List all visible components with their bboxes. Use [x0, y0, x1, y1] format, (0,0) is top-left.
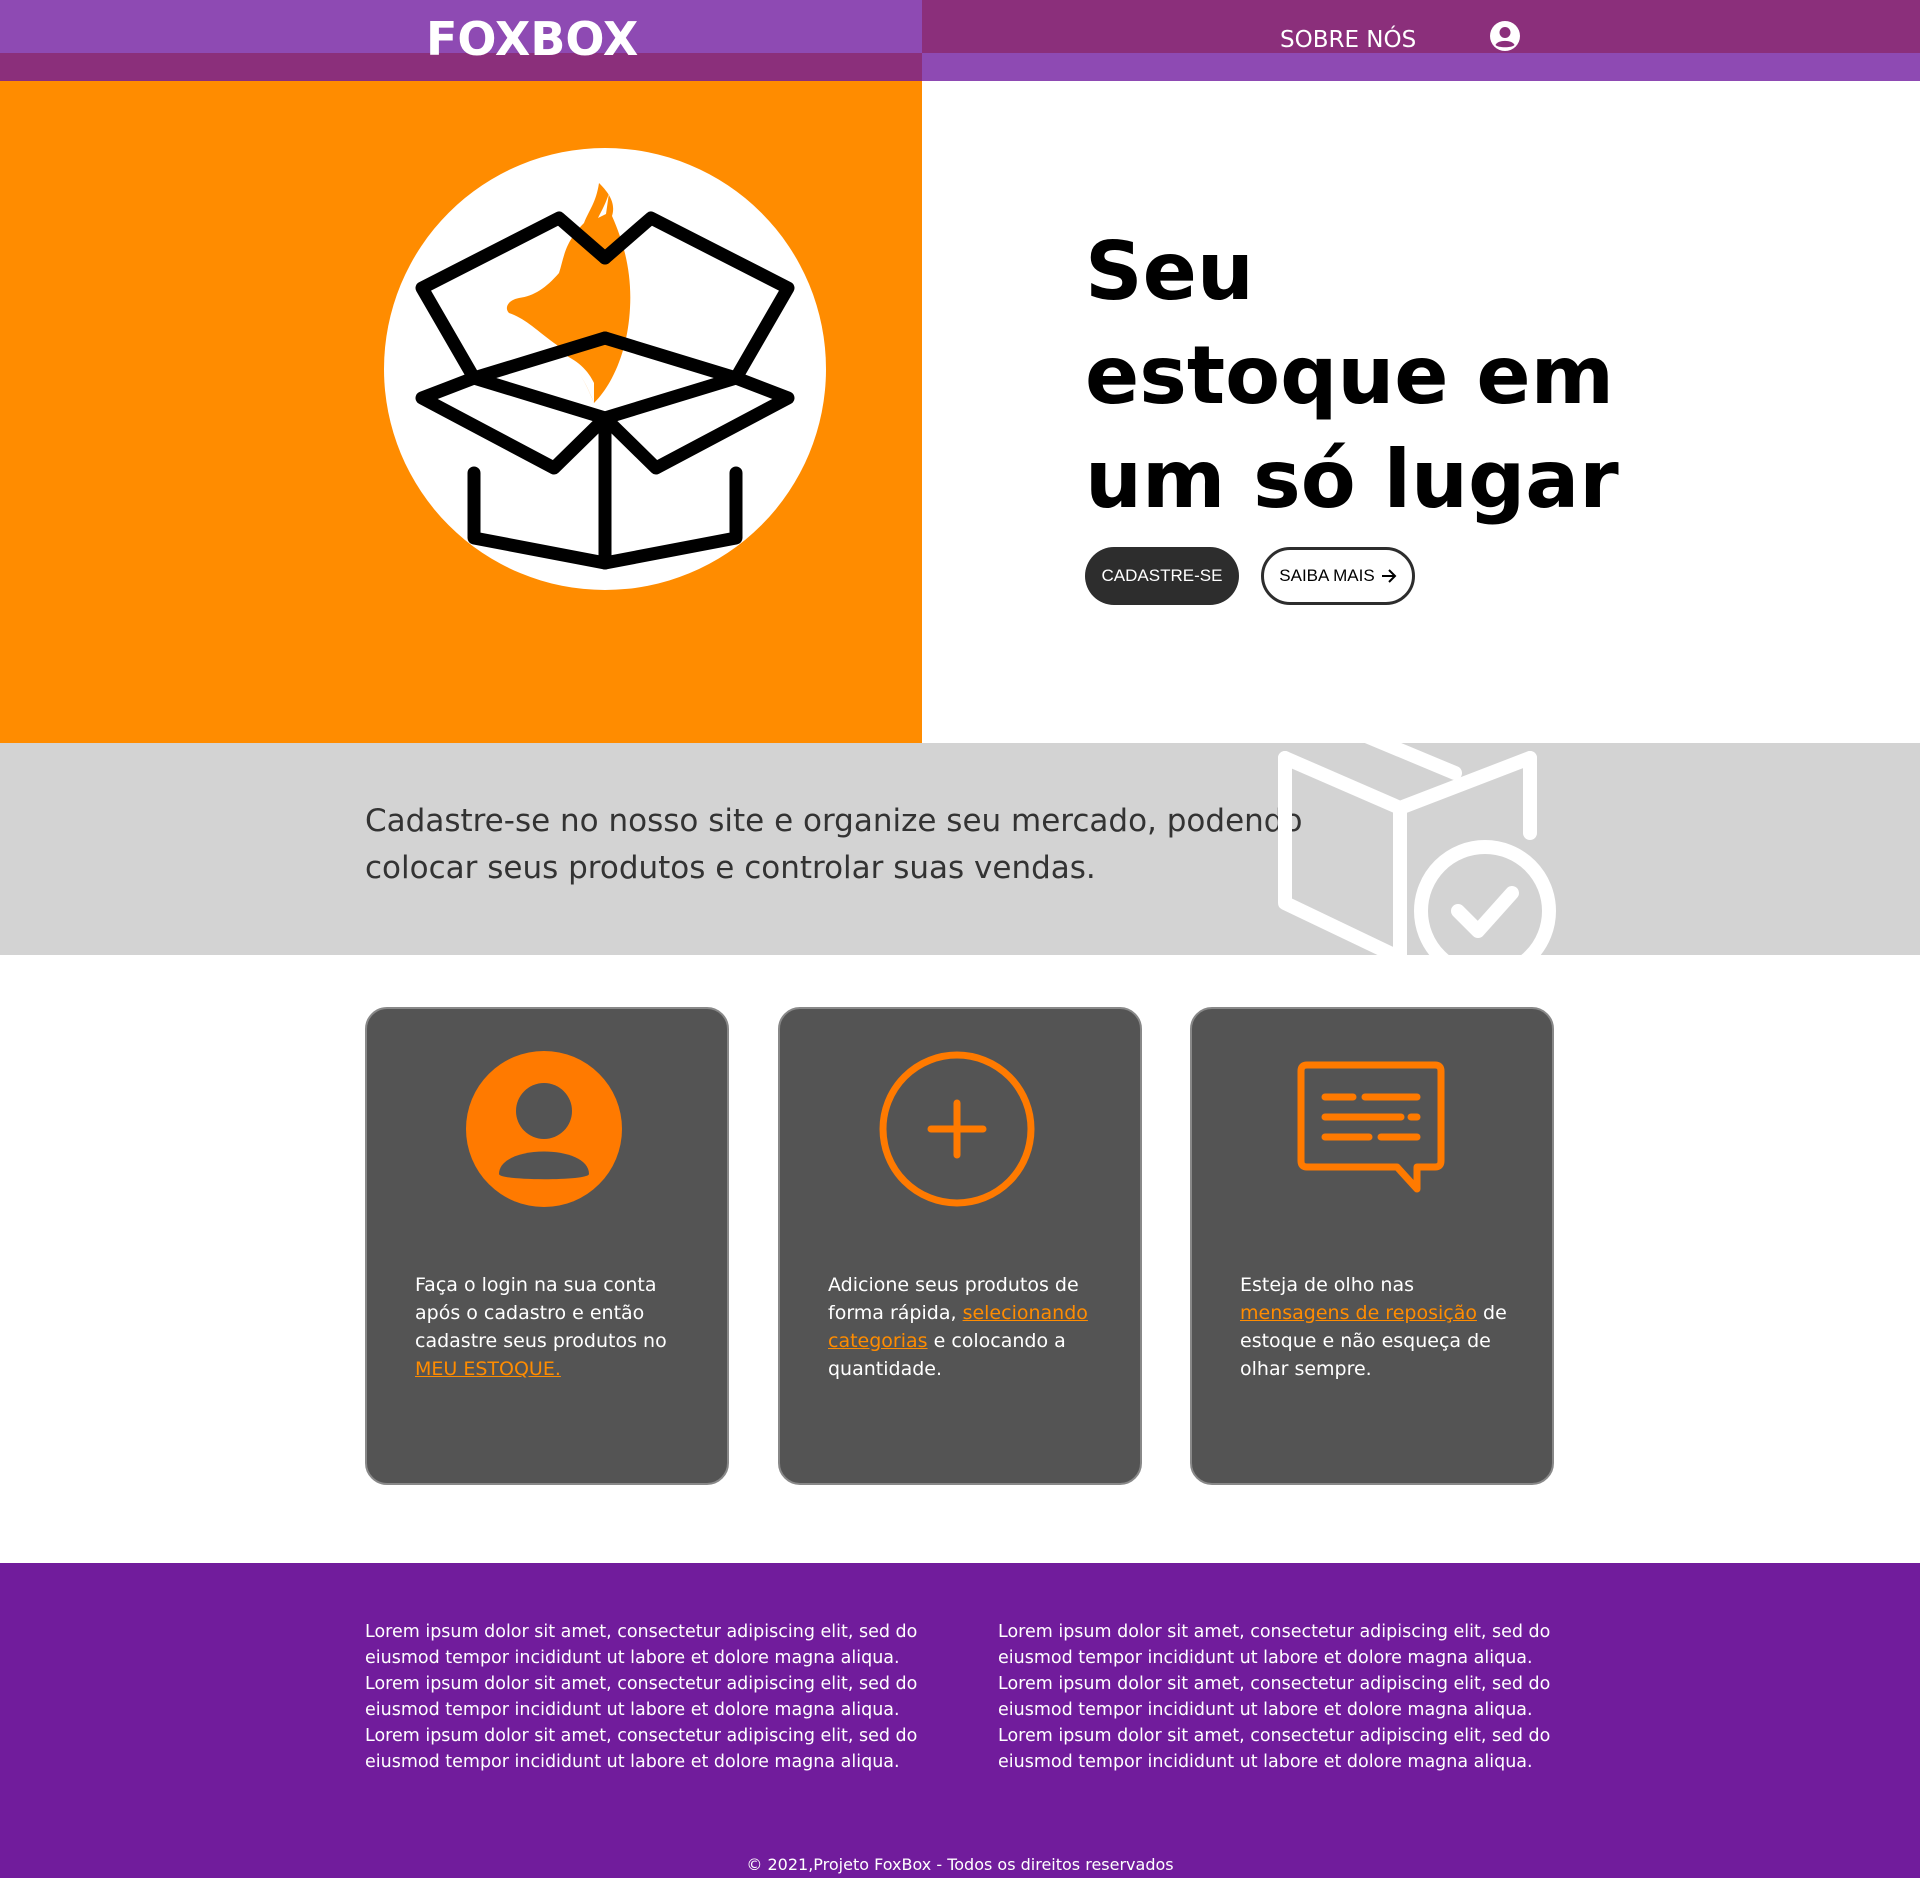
plus-circle-icon	[879, 1051, 1035, 1207]
learn-more-label: SAIBA MAIS	[1279, 566, 1375, 585]
card-text: Faça o login na sua conta após o cadastr…	[415, 1274, 667, 1380]
header-right-top-stripe	[922, 0, 1920, 53]
site-footer: Lorem ipsum dolor sit amet, consectetur …	[0, 1563, 1920, 1878]
card-text: Esteja de olho nas mensagens de reposiçã…	[1240, 1274, 1507, 1380]
nav-link-about[interactable]: SOBRE NÓS	[1280, 25, 1416, 55]
restock-messages-link[interactable]: mensagens de reposição	[1240, 1302, 1477, 1324]
signup-button[interactable]: CADASTRE-SE	[1085, 547, 1239, 605]
header-right-bottom-stripe	[922, 53, 1920, 81]
fox-in-box-icon	[415, 183, 795, 570]
intro-text: Cadastre-se no nosso site e organize seu…	[365, 803, 1303, 886]
arrow-right-icon	[1381, 569, 1397, 583]
feature-card-login: Faça o login na sua conta após o cadastr…	[365, 1007, 729, 1485]
box-check-icon	[1278, 743, 1556, 955]
my-stock-link[interactable]: MEU ESTOQUE.	[415, 1358, 561, 1380]
hero-title: Seu estoque em um só lugar	[1085, 225, 1619, 526]
feature-card-add-products: Adicione seus produtos de forma rápida, …	[778, 1007, 1142, 1485]
site-logo[interactable]: FOXBOX	[426, 14, 638, 64]
copyright-text: © 2021,Projeto FoxBox - Todos os direito…	[746, 1855, 1174, 1874]
intro-band: Cadastre-se no nosso site e organize seu…	[0, 743, 1920, 955]
feature-card-messages: Esteja de olho nas mensagens de reposiçã…	[1190, 1007, 1554, 1485]
card-text: Adicione seus produtos de forma rápida, …	[828, 1274, 1088, 1380]
message-icon	[1297, 1061, 1445, 1193]
footer-column-1: Lorem ipsum dolor sit amet, consectetur …	[365, 1622, 918, 1772]
learn-more-button[interactable]: SAIBA MAIS	[1261, 547, 1415, 605]
hero-logo-circle	[384, 148, 826, 590]
user-circle-icon	[466, 1051, 622, 1207]
header-right-panel	[922, 0, 1920, 81]
user-account-icon[interactable]	[1490, 21, 1520, 51]
footer-column-2: Lorem ipsum dolor sit amet, consectetur …	[998, 1622, 1551, 1772]
